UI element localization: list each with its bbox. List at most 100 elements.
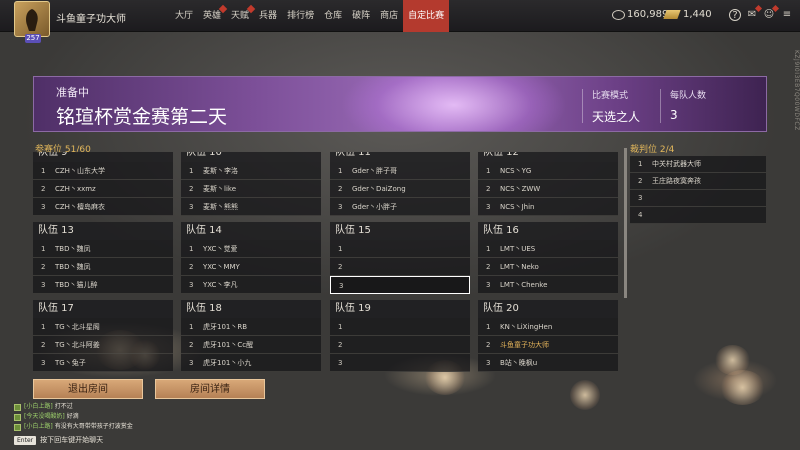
player-name: TG丶兔子 bbox=[55, 359, 86, 367]
help-icon[interactable]: ? bbox=[729, 9, 741, 21]
team-slot[interactable]: 3 bbox=[330, 276, 470, 294]
team-slot[interactable]: 2 Gder丶DaiZong bbox=[330, 180, 470, 198]
referee-slot[interactable]: 3 bbox=[630, 190, 766, 207]
team-slot[interactable]: 2 虎牙101丶Cc醒 bbox=[181, 336, 321, 354]
team-slot[interactable]: 3 NCS丶Jhin bbox=[478, 198, 618, 216]
slot-number: 2 bbox=[189, 185, 194, 193]
team-name: 队伍 13 bbox=[33, 222, 173, 240]
chat-input-hint[interactable]: Enter 按下回车键开始聊天 bbox=[14, 435, 314, 445]
team-slot[interactable]: 3 B站丶晚枫u bbox=[478, 354, 618, 372]
team-slot[interactable]: 3 YXC丶李凡 bbox=[181, 276, 321, 294]
chat-message: [小白上路] 有没有大哥带带孩子打波赏金 bbox=[14, 422, 314, 432]
nav-item-label: 兵器 bbox=[259, 11, 278, 21]
team-name: 队伍 16 bbox=[478, 222, 618, 240]
slot-number: 1 bbox=[41, 245, 46, 253]
team-slot[interactable]: 1 LMT丶UES bbox=[478, 240, 618, 258]
nav-item[interactable]: 兵器 bbox=[254, 0, 282, 32]
team-slot[interactable]: 1 麦斯丶李洛 bbox=[181, 162, 321, 180]
player-name: Gder丶DaiZong bbox=[352, 185, 406, 193]
team-slot[interactable]: 1 TG丶北斗星阁 bbox=[33, 318, 173, 336]
referee-label: 裁判位 2/4 bbox=[630, 145, 675, 155]
team-slot[interactable]: 2 LMT丶Neko bbox=[478, 258, 618, 276]
team-slot[interactable]: 2 斗鱼童子功大师 bbox=[478, 336, 618, 354]
chat-text: 打不过 bbox=[54, 403, 73, 410]
slot-number: 3 bbox=[41, 203, 46, 211]
mail-icon[interactable]: ✉ bbox=[746, 4, 763, 21]
team-slot[interactable]: 1 NCS丶YG bbox=[478, 162, 618, 180]
chat-sender: [今天没喝酸奶] bbox=[24, 413, 65, 420]
slot-number: 2 bbox=[41, 185, 46, 193]
team-slot[interactable]: 1 虎牙101丶RB bbox=[181, 318, 321, 336]
team-name: 队伍 15 bbox=[330, 222, 470, 240]
nav-item[interactable]: 仓库 bbox=[319, 0, 347, 32]
team-slot[interactable]: 2 bbox=[330, 258, 470, 276]
avatar-portrait-icon bbox=[26, 9, 38, 31]
team-slot[interactable]: 1 YXC丶觉爱 bbox=[181, 240, 321, 258]
referee-slot[interactable]: 2 王庄路夜寞奔孩 bbox=[630, 173, 766, 190]
team-slot[interactable]: 3 bbox=[330, 354, 470, 372]
nav-item[interactable]: 英雄 bbox=[198, 0, 228, 32]
nav-item[interactable]: 排行榜 bbox=[282, 0, 319, 32]
slot-number: 1 bbox=[338, 167, 343, 175]
slot-number: 1 bbox=[338, 245, 343, 253]
team-slot[interactable]: 3 麦斯丶熊熊 bbox=[181, 198, 321, 216]
team-slot[interactable]: 2 CZH丶xxmz bbox=[33, 180, 173, 198]
avatar[interactable] bbox=[14, 1, 50, 37]
nav-item[interactable]: 大厅 bbox=[170, 0, 198, 32]
team-slot[interactable]: 3 LMT丶Chenke bbox=[478, 276, 618, 294]
level-badge: 257 bbox=[25, 34, 41, 43]
team-slot[interactable]: 3 虎牙101丶小九 bbox=[181, 354, 321, 372]
player-name: B站丶晚枫u bbox=[500, 359, 538, 367]
referee-slot[interactable]: 1 中关村武器大师 bbox=[630, 156, 766, 173]
slot-number: 2 bbox=[486, 263, 491, 271]
team-slot[interactable]: 3 TBD丶猫儿醉 bbox=[33, 276, 173, 294]
nav-item[interactable]: 天赋 bbox=[226, 0, 256, 32]
team-slot[interactable]: 1 CZH丶山东大学 bbox=[33, 162, 173, 180]
team-slot[interactable]: 2 NCS丶ZWW bbox=[478, 180, 618, 198]
team-name: 队伍 14 bbox=[181, 222, 321, 240]
slot-number: 1 bbox=[486, 167, 491, 175]
player-name: TG丶北斗阿姜 bbox=[55, 341, 100, 349]
team-card: 队伍 16 1 LMT丶UES 2 LMT丶Neko 3 LMT丶Chenke bbox=[478, 222, 618, 294]
team-slot[interactable]: 3 CZH丶檀岛麻衣 bbox=[33, 198, 173, 216]
match-status: 准备中 bbox=[56, 86, 89, 99]
nav-item[interactable]: 商店 bbox=[375, 0, 403, 32]
menu-icon[interactable]: ≡ bbox=[781, 9, 793, 21]
team-slot[interactable]: 1 TBD丶魏凤 bbox=[33, 240, 173, 258]
slot-number: 2 bbox=[189, 341, 194, 349]
room-details-button[interactable]: 房间详情 bbox=[155, 379, 265, 399]
player-name: 麦斯丶like bbox=[203, 185, 237, 193]
team-slot[interactable]: 2 TBD丶魏凤 bbox=[33, 258, 173, 276]
slot-number: 1 bbox=[486, 323, 491, 331]
nav-item-label: 排行榜 bbox=[287, 11, 315, 21]
divider bbox=[582, 89, 583, 123]
friends-icon[interactable]: ☺ bbox=[763, 4, 780, 21]
team-card: 队伍 13 1 TBD丶魏凤 2 TBD丶魏凤 3 TBD丶猫儿醉 bbox=[33, 222, 173, 294]
team-slot[interactable]: 2 TG丶北斗阿姜 bbox=[33, 336, 173, 354]
player-name: YXC丶MMY bbox=[203, 263, 240, 271]
team-slot[interactable]: 2 bbox=[330, 336, 470, 354]
nav-item[interactable]: 破阵 bbox=[347, 0, 375, 32]
team-slot[interactable]: 1 Gder丶胖子哥 bbox=[330, 162, 470, 180]
team-slot[interactable]: 1 KN丶LiXingHen bbox=[478, 318, 618, 336]
team-card: 队伍 15 1 2 3 bbox=[330, 222, 470, 294]
team-grid-scrollbar[interactable] bbox=[624, 148, 627, 298]
team-slot[interactable]: 2 YXC丶MMY bbox=[181, 258, 321, 276]
referee-list: 1 中关村武器大师 2 王庄路夜寞奔孩 3 4 bbox=[630, 156, 766, 224]
leave-room-button[interactable]: 退出房间 bbox=[33, 379, 143, 399]
team-slot[interactable]: 3 Gder丶小胖子 bbox=[330, 198, 470, 216]
slot-number: 3 bbox=[189, 203, 194, 211]
nav-item[interactable]: 自定比赛 bbox=[403, 0, 450, 32]
lantern-glow bbox=[570, 380, 600, 410]
team-slot[interactable]: 1 bbox=[330, 318, 470, 336]
slot-number: 3 bbox=[338, 203, 343, 211]
player-name: 斗鱼童子功大师 bbox=[500, 341, 549, 349]
team-slot[interactable]: 3 TG丶兔子 bbox=[33, 354, 173, 372]
player-name: TBD丶猫儿醉 bbox=[55, 281, 98, 289]
team-slot[interactable]: 1 bbox=[330, 240, 470, 258]
per-team-value: 3 bbox=[670, 108, 678, 122]
chat-channel-icon bbox=[14, 423, 21, 431]
team-slot[interactable]: 2 麦斯丶like bbox=[181, 180, 321, 198]
referee-slot[interactable]: 4 bbox=[630, 207, 766, 224]
chat-message: [小白上路] 打不过 bbox=[14, 402, 314, 412]
